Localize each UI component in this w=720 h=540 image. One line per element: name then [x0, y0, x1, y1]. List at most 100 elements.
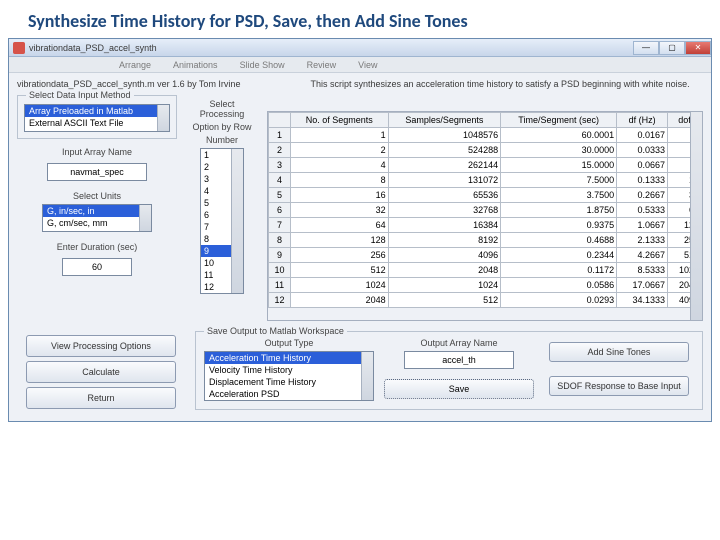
- column-header: No. of Segments: [291, 113, 389, 128]
- menu-item: Review: [307, 60, 337, 70]
- save-button[interactable]: Save: [384, 379, 534, 399]
- list-item[interactable]: External ASCII Text File: [25, 117, 158, 129]
- cell: 2048: [388, 263, 501, 278]
- cell: 8: [269, 233, 291, 248]
- table-row: 1220485120.029334.13334096: [269, 293, 702, 308]
- list-item[interactable]: 11: [201, 269, 232, 281]
- table-row: 3426214415.00000.06678: [269, 158, 702, 173]
- cell: 1: [291, 128, 389, 143]
- processing-table-wrap: No. of SegmentsSamples/SegmentsTime/Segm…: [267, 111, 703, 321]
- cell: 0.2344: [501, 248, 617, 263]
- cell: 1.0667: [617, 218, 668, 233]
- list-item[interactable]: Array Preloaded in Matlab: [25, 105, 158, 117]
- list-item[interactable]: Velocity Time History: [205, 364, 362, 376]
- cell: 128: [668, 218, 702, 233]
- input-method-listbox[interactable]: Array Preloaded in Matlab External ASCII…: [24, 104, 170, 132]
- list-item[interactable]: 12: [201, 281, 232, 293]
- return-button[interactable]: Return: [26, 387, 176, 409]
- table-row: 764163840.93751.0667128: [269, 218, 702, 233]
- list-item[interactable]: Displacement Time History: [205, 376, 362, 388]
- ribbon-strip: Arrange Animations Slide Show Review Vie…: [9, 57, 711, 73]
- proc-label2: Option by Row: [187, 122, 257, 132]
- input-array-name[interactable]: [47, 163, 147, 181]
- list-item[interactable]: 7: [201, 221, 232, 233]
- row-number-listbox[interactable]: 123456789101112: [200, 148, 244, 294]
- duration-input[interactable]: [62, 258, 132, 276]
- cell: 4: [668, 143, 702, 158]
- list-item[interactable]: 5: [201, 197, 232, 209]
- cell: 32768: [388, 203, 501, 218]
- cell: 16: [291, 188, 389, 203]
- save-output-panel: Save Output to Matlab Workspace Output T…: [195, 331, 703, 410]
- output-type-label: Output Type: [204, 338, 374, 348]
- list-item[interactable]: G, in/sec, in: [43, 205, 140, 217]
- cell: 3.7500: [501, 188, 617, 203]
- cell: 256: [668, 233, 702, 248]
- column-header: Time/Segment (sec): [501, 113, 617, 128]
- proc-label3: Number: [187, 135, 257, 145]
- list-item[interactable]: G, cm/sec, mm: [43, 217, 140, 229]
- view-processing-button[interactable]: View Processing Options: [26, 335, 176, 357]
- cell: 0.0333: [617, 143, 668, 158]
- calculate-button[interactable]: Calculate: [26, 361, 176, 383]
- app-icon: [13, 42, 25, 54]
- cell: 0.9375: [501, 218, 617, 233]
- cell: 7.5000: [501, 173, 617, 188]
- list-item[interactable]: 8: [201, 233, 232, 245]
- list-item[interactable]: 2: [201, 161, 232, 173]
- cell: 0.1172: [501, 263, 617, 278]
- column-header: df (Hz): [617, 113, 668, 128]
- close-button[interactable]: ✕: [685, 41, 711, 55]
- cell: 17.0667: [617, 278, 668, 293]
- table-row: 925640960.23444.2667512: [269, 248, 702, 263]
- list-item[interactable]: Acceleration Time History: [205, 352, 362, 364]
- menu-item: Slide Show: [240, 60, 285, 70]
- column-header: Samples/Segments: [388, 113, 501, 128]
- cell: 1024: [388, 278, 501, 293]
- proc-label: Select Processing: [187, 99, 257, 119]
- menu-item: Animations: [173, 60, 218, 70]
- list-item[interactable]: 6: [201, 209, 232, 221]
- cell: 10: [269, 263, 291, 278]
- table-row: 11102410240.058617.06672048: [269, 278, 702, 293]
- list-item[interactable]: Acceleration PSD: [205, 388, 362, 400]
- titlebar: vibrationdata_PSD_accel_synth — ▢ ✕: [9, 39, 711, 57]
- add-sine-tones-button[interactable]: Add Sine Tones: [549, 342, 689, 362]
- list-item[interactable]: 9: [201, 245, 232, 257]
- table-row: 516655363.75000.266732: [269, 188, 702, 203]
- cell: 8192: [388, 233, 501, 248]
- cell: 1.8750: [501, 203, 617, 218]
- cell: 128: [291, 233, 389, 248]
- cell: 30.0000: [501, 143, 617, 158]
- list-item[interactable]: 1: [201, 149, 232, 161]
- menu-item: View: [358, 60, 377, 70]
- panel-title: Select Data Input Method: [26, 90, 134, 100]
- cell: 1024: [291, 278, 389, 293]
- output-type-listbox[interactable]: Acceleration Time History Velocity Time …: [204, 351, 374, 401]
- output-array-name[interactable]: [404, 351, 514, 369]
- cell: 512: [291, 263, 389, 278]
- maximize-button[interactable]: ▢: [659, 41, 685, 55]
- list-item[interactable]: 4: [201, 185, 232, 197]
- cell: 0.0167: [617, 128, 668, 143]
- cell: 2: [269, 143, 291, 158]
- script-description: This script synthesizes an acceleration …: [310, 79, 689, 89]
- cell: 3: [269, 158, 291, 173]
- cell: 512: [668, 248, 702, 263]
- input-method-panel: Select Data Input Method Array Preloaded…: [17, 95, 177, 139]
- cell: 16384: [388, 218, 501, 233]
- cell: 64: [291, 218, 389, 233]
- cell: 4096: [388, 248, 501, 263]
- units-listbox[interactable]: G, in/sec, in G, cm/sec, mm: [42, 204, 152, 232]
- cell: 2048: [291, 293, 389, 308]
- list-item[interactable]: 10: [201, 257, 232, 269]
- cell: 1: [269, 128, 291, 143]
- cell: 0.1333: [617, 173, 668, 188]
- table-row: 2252428830.00000.03334: [269, 143, 702, 158]
- sdof-response-button[interactable]: SDOF Response to Base Input: [549, 376, 689, 396]
- cell: 2048: [668, 278, 702, 293]
- list-item[interactable]: 3: [201, 173, 232, 185]
- cell: 34.1333: [617, 293, 668, 308]
- cell: 16: [668, 173, 702, 188]
- minimize-button[interactable]: —: [633, 41, 659, 55]
